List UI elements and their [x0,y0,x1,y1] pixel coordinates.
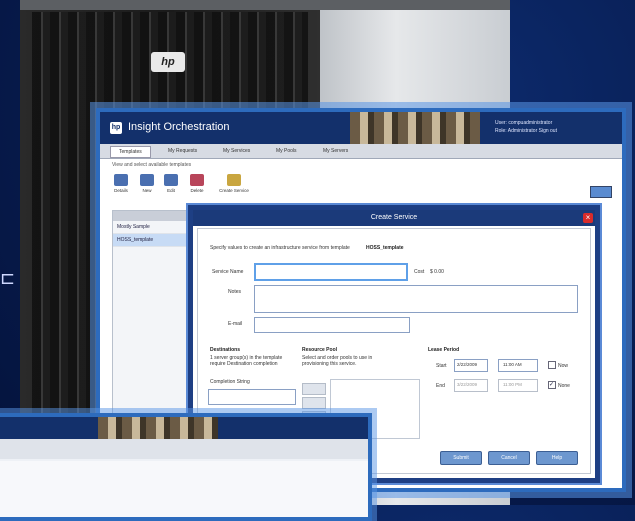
now-checkbox[interactable] [548,361,556,369]
dialog-title: Create Service [193,210,595,226]
service-name-label: Service Name [212,269,244,275]
start-date-input[interactable]: 2/22/2009 [454,359,488,372]
create-service-icon [227,174,241,186]
delete-icon [190,174,204,186]
cost-value: $ 0.00 [430,269,444,275]
now-label: Now [558,363,569,369]
submit-button[interactable]: Submit [440,451,482,465]
end-label: End [436,383,445,389]
tab-templates[interactable]: Templates [110,146,151,158]
details-label: Details [114,188,128,193]
end-time-input[interactable]: 11:00 PM [498,379,538,392]
details-icon [114,174,128,186]
edit-label: Edit [167,188,175,193]
template-name: HOSS_template [366,245,404,251]
user-info: User: compuadministrator [495,120,553,126]
tab-my-requests[interactable]: My Requests [160,146,205,156]
start-label: Start [436,363,447,369]
help-button[interactable]: Help [536,451,578,465]
window-title: Insight Orchestration [128,121,230,133]
rack-top [20,0,510,10]
end-time-value: 11:00 PM [503,382,522,387]
create-service-button[interactable]: Create Service [214,174,254,193]
resource-pool-text: Select and order pools to use in provisi… [302,355,373,367]
template-list: Mostly Sample HOSS_template [112,210,194,422]
email-input[interactable] [254,317,410,333]
cancel-button[interactable]: Cancel [488,451,530,465]
resource-pool-heading: Resource Pool [302,347,338,353]
delete-button[interactable]: Delete [186,174,208,193]
new-label: New [142,188,152,193]
dialog-instruction: Specify values to create an infrastructu… [210,245,350,251]
start-date-value: 2/22/2009 [457,362,478,367]
pool-add-button[interactable] [302,383,326,395]
toolbar: Details New Edit Delete Create Service [110,174,310,206]
destinations-text: 1 server group(s) in the template requir… [210,355,283,367]
secondary-banner-image [98,417,218,439]
none-checkbox[interactable]: ✓ [548,381,556,389]
tab-my-servers[interactable]: My Servers [315,146,356,156]
edit-button[interactable]: Edit [160,174,182,193]
edit-icon [164,174,178,186]
details-button[interactable]: Details [110,174,132,193]
bracket-icon: ⊏ [0,268,16,288]
hp-logo: hp [151,52,185,72]
destinations-heading: Destinations [210,347,241,353]
list-item-selected[interactable]: HOSS_template [113,234,193,247]
new-button[interactable]: New [136,174,158,193]
secondary-window-header [0,417,368,439]
page-subtitle: View and select available templates [112,162,192,168]
hp-app-icon: hp [110,122,122,134]
none-label: None [558,383,570,389]
list-header [113,211,193,221]
start-time-value: 11:00 AM [503,362,522,367]
window-header: hp Insight Orchestration User: compuadmi… [100,112,622,144]
service-name-input[interactable] [254,263,408,281]
email-label: E-mail [228,321,243,327]
pool-remove-button[interactable] [302,397,326,409]
tab-my-services[interactable]: My Services [215,146,258,156]
create-service-label: Create Service [219,188,249,193]
completion-string-label: Completion String [210,379,250,385]
new-icon [140,174,154,186]
completion-string-input[interactable] [208,389,296,405]
close-icon[interactable]: × [583,213,593,223]
list-item[interactable]: Mostly Sample [113,221,193,234]
tab-my-pools[interactable]: My Pools [268,146,305,156]
role-info[interactable]: Role: Administrator Sign out [495,128,557,134]
lease-period-heading: Lease Period [428,347,460,353]
header-banner-image [350,112,480,144]
end-date-value: 3/22/2009 [457,382,478,387]
start-time-input[interactable]: 11:00 AM [498,359,538,372]
tab-bar: Templates My Requests My Services My Poo… [100,144,622,159]
notes-label: Notes [228,289,242,295]
secondary-window-body [0,461,368,517]
cost-label: Cost [414,269,425,275]
end-date-input[interactable]: 3/22/2009 [454,379,488,392]
delete-label: Delete [190,188,204,193]
refresh-button[interactable] [590,186,612,198]
secondary-toolbar [0,439,368,459]
notes-textarea[interactable] [254,285,578,313]
